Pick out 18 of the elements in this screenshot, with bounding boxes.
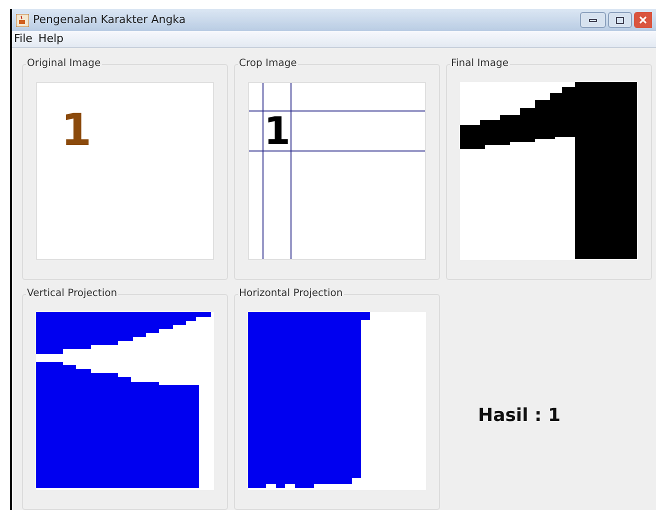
- menu-item[interactable]: File: [14, 30, 32, 48]
- digit-text: 1: [264, 112, 290, 150]
- close-icon: [639, 16, 647, 24]
- minimize-icon: [589, 18, 597, 22]
- panel-title: Horizontal Projection: [238, 288, 344, 300]
- digit-text: 1: [61, 109, 92, 153]
- minimize-button[interactable]: [580, 12, 606, 28]
- maximize-icon: [616, 16, 624, 24]
- window-title: Pengenalan Karakter Angka: [33, 12, 186, 28]
- maximize-button[interactable]: [608, 12, 632, 28]
- java-cup-icon: [16, 14, 29, 26]
- menu-item[interactable]: Help: [38, 30, 64, 48]
- panel-title: Final Image: [450, 58, 510, 70]
- close-button[interactable]: [634, 12, 652, 28]
- panel-title: Original Image: [26, 58, 102, 70]
- panel-title: Vertical Projection: [26, 288, 118, 300]
- result-text: Hasil : 1: [478, 404, 561, 428]
- panel-title: Crop Image: [238, 58, 298, 70]
